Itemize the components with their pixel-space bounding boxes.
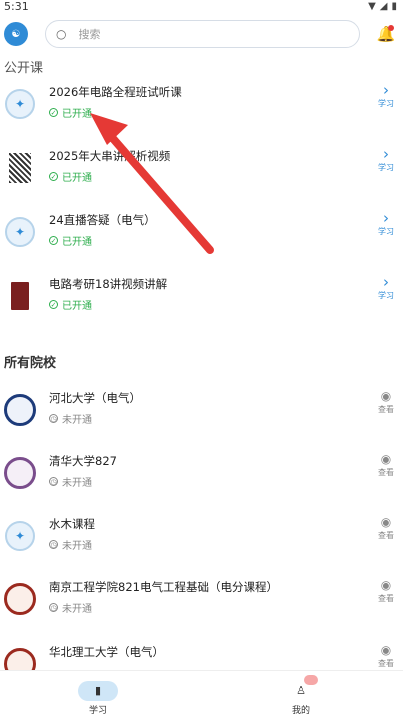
school-title: 华北理工大学（电气） [49, 645, 164, 659]
notification-dot [388, 25, 394, 31]
eye-icon: ◉ [380, 389, 392, 403]
course-row[interactable]: ✦ 24直播答疑（电气） ✓ 已开通 › 学习 [0, 202, 403, 262]
school-thumbnail [3, 577, 37, 621]
app-logo-icon: ☯ [4, 22, 28, 46]
qr-code-thumbnail [9, 153, 31, 183]
study-button[interactable]: › 学习 [373, 210, 399, 237]
study-button[interactable]: › 学习 [373, 274, 399, 301]
course-title: 2025年大串讲解析视频 [49, 149, 171, 163]
eye-icon: ◉ [380, 578, 392, 592]
course-row[interactable]: ✦ 2026年电路全程班试听课 ✓ 已开通 › 学习 [0, 74, 403, 134]
nav-profile-tab[interactable]: ♙ 我的 [271, 675, 331, 716]
school-status: ◷ 未开通 [49, 477, 92, 489]
course-thumbnail [3, 274, 37, 318]
school-row[interactable]: 河北大学（电气） ◷ 未开通 ◉ 查看 [0, 380, 403, 440]
book-thumbnail [11, 282, 29, 310]
school-row[interactable]: ✦ 水木课程 ◷ 未开通 ◉ 查看 [0, 506, 403, 566]
eye-icon: ◉ [380, 643, 392, 657]
search-input[interactable]: ○ 搜索 [45, 20, 360, 48]
top-bar: ☯ ○ 搜索 🔔 [0, 14, 403, 54]
check-circle-icon: ✓ [49, 236, 58, 245]
view-button[interactable]: ◉ 查看 [373, 514, 399, 541]
chevron-right-icon: › [383, 273, 389, 291]
wifi-icon: ▼ [368, 1, 376, 12]
book-icon: ▮ [78, 681, 118, 701]
school-logo-icon: ✦ [5, 89, 35, 119]
course-status: ✓ 已开通 [49, 172, 92, 184]
clock-icon: ◷ [49, 540, 58, 549]
view-button[interactable]: ◉ 查看 [373, 577, 399, 604]
course-status: ✓ 已开通 [49, 236, 92, 248]
signal-icon: ◢ [379, 1, 388, 12]
check-circle-icon: ✓ [49, 108, 58, 117]
course-thumbnail [3, 146, 37, 190]
school-seal-icon [4, 394, 36, 426]
course-row[interactable]: 2025年大串讲解析视频 ✓ 已开通 › 学习 [0, 138, 403, 198]
school-seal-icon [4, 583, 36, 615]
school-title: 清华大学827 [49, 454, 117, 468]
chevron-right-icon: › [383, 145, 389, 163]
notification-badge [304, 675, 318, 685]
course-title: 2026年电路全程班试听课 [49, 85, 182, 99]
course-title: 24直播答疑（电气） [49, 213, 156, 227]
course-status: ✓ 已开通 [49, 300, 92, 312]
search-icon: ○ [56, 27, 67, 41]
chevron-right-icon: › [383, 81, 389, 99]
school-seal-icon [4, 457, 36, 489]
course-title: 电路考研18讲视频讲解 [49, 277, 168, 291]
school-logo-icon: ✦ [5, 521, 35, 551]
check-circle-icon: ✓ [49, 300, 58, 309]
study-button[interactable]: › 学习 [373, 146, 399, 173]
school-status: ◷ 未开通 [49, 540, 92, 552]
school-row[interactable]: 清华大学827 ◷ 未开通 ◉ 查看 [0, 443, 403, 503]
clock-icon: ◷ [49, 477, 58, 486]
view-button[interactable]: ◉ 查看 [373, 642, 399, 669]
schools-section-title: 所有院校 [4, 356, 57, 371]
chevron-right-icon: › [383, 209, 389, 227]
search-placeholder: 搜索 [78, 28, 101, 41]
school-title: 南京工程学院821电气工程基础（电分课程） [49, 580, 278, 594]
status-time: 5:31 [4, 0, 29, 13]
course-thumbnail: ✦ [3, 82, 37, 126]
school-thumbnail [3, 388, 37, 432]
course-thumbnail: ✦ [3, 210, 37, 254]
view-button[interactable]: ◉ 查看 [373, 451, 399, 478]
check-circle-icon: ✓ [49, 172, 58, 181]
school-thumbnail [3, 451, 37, 495]
school-status: ◷ 未开通 [49, 603, 92, 615]
school-title: 水木课程 [49, 517, 95, 531]
study-button[interactable]: › 学习 [373, 82, 399, 109]
school-status: ◷ 未开通 [49, 414, 92, 426]
bottom-nav: ▮ 学习 ♙ 我的 [0, 670, 403, 721]
clock-icon: ◷ [49, 603, 58, 612]
course-row[interactable]: 电路考研18讲视频讲解 ✓ 已开通 › 学习 [0, 266, 403, 326]
status-icons: ▼ ◢ ▮ [368, 2, 397, 12]
eye-icon: ◉ [380, 452, 392, 466]
school-row[interactable]: 南京工程学院821电气工程基础（电分课程） ◷ 未开通 ◉ 查看 [0, 569, 403, 629]
eye-icon: ◉ [380, 515, 392, 529]
notification-bell-icon[interactable]: 🔔 [376, 24, 396, 44]
nav-study-tab[interactable]: ▮ 学习 [68, 679, 128, 716]
clock-icon: ◷ [49, 414, 58, 423]
course-status: ✓ 已开通 [49, 108, 92, 120]
status-bar: 5:31 ▼ ◢ ▮ [0, 0, 403, 14]
school-logo-icon: ✦ [5, 217, 35, 247]
view-button[interactable]: ◉ 查看 [373, 388, 399, 415]
school-thumbnail: ✦ [3, 514, 37, 558]
school-title: 河北大学（电气） [49, 391, 141, 405]
battery-icon: ▮ [391, 1, 397, 12]
